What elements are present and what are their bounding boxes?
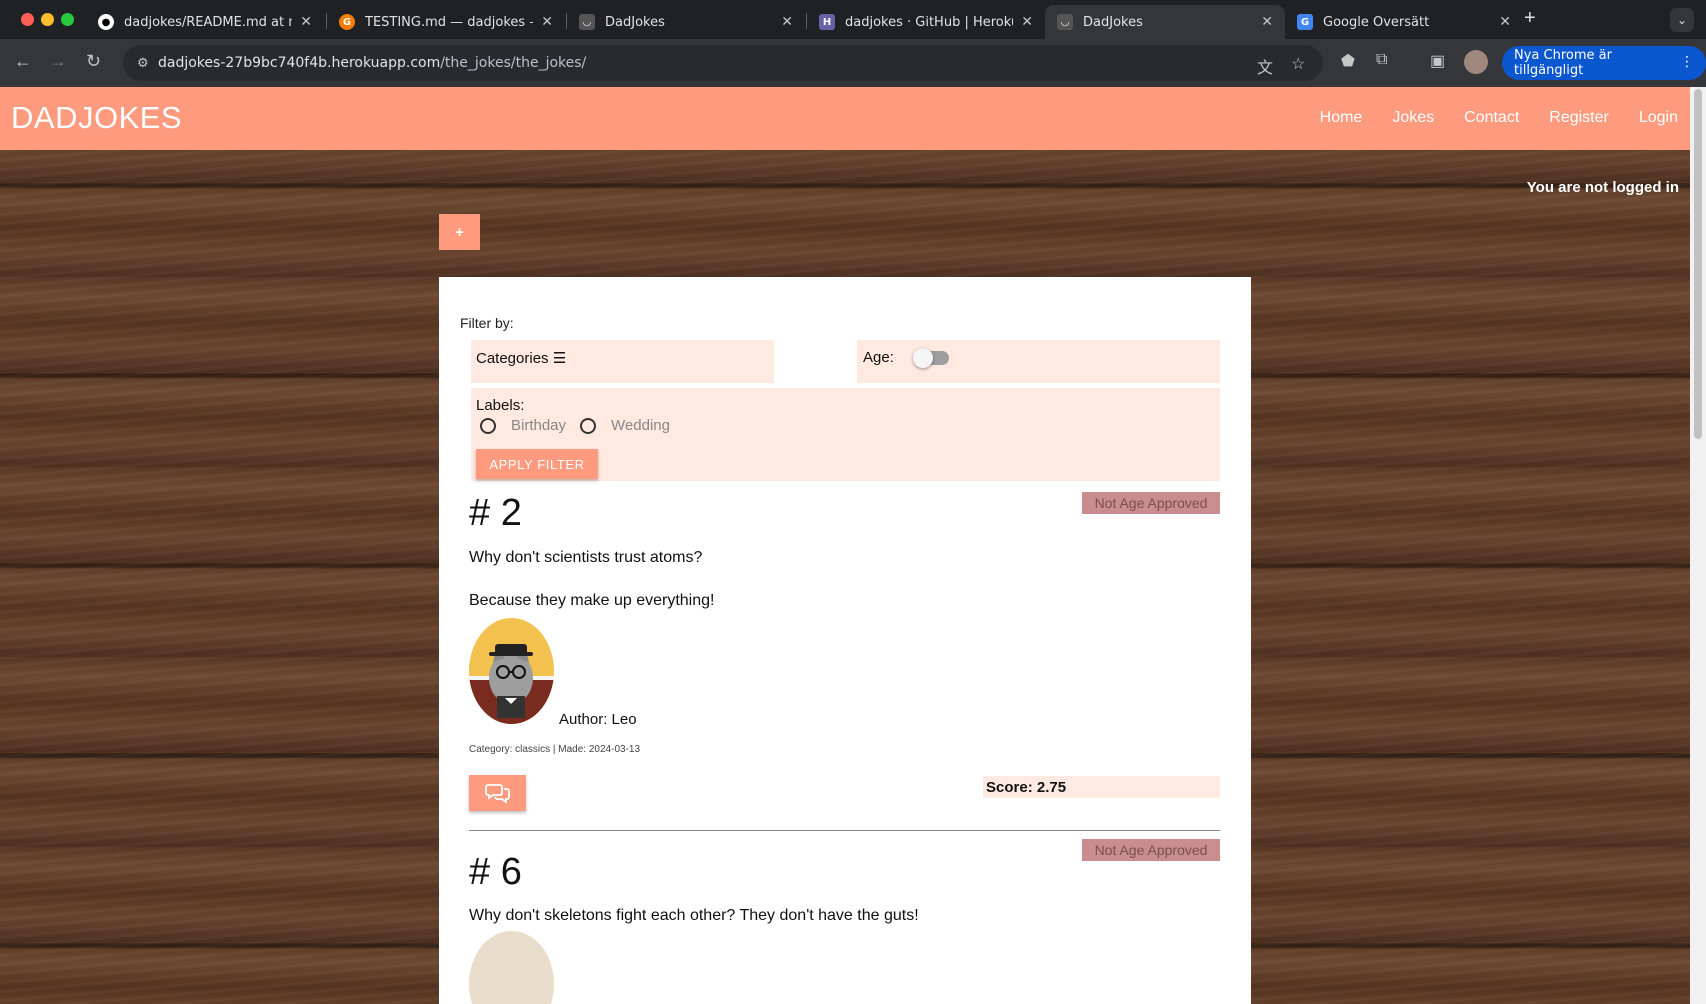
profile-avatar[interactable]: [1464, 50, 1488, 74]
birthday-label[interactable]: Birthday: [511, 417, 566, 434]
tab-label: DadJokes: [1083, 14, 1143, 30]
login-status: You are not logged in: [1526, 179, 1679, 196]
browser-tab[interactable]: H dadjokes · GitHub | Heroku ✕: [807, 5, 1045, 39]
extension-shield-icon[interactable]: ⬟: [1341, 51, 1355, 71]
site-brand[interactable]: DADJOKES: [11, 100, 182, 136]
labels-title: Labels:: [476, 397, 525, 414]
labels-options: Birthday Wedding: [480, 417, 684, 434]
joke-score: Score: 2.75: [983, 776, 1220, 798]
forward-arrow-icon[interactable]: →: [49, 51, 67, 72]
jokes-panel: Filter by: Categories ☰ Age: Labels: Bir…: [439, 277, 1251, 1004]
tab-search-button[interactable]: ⌄: [1670, 8, 1694, 32]
close-icon[interactable]: ✕: [300, 14, 312, 30]
tab-label: dadjokes · GitHub | Heroku: [845, 14, 1014, 30]
joke-question: Why don't scientists trust atoms?: [469, 549, 703, 566]
tab-label: Google Översätt: [1323, 14, 1430, 30]
back-arrow-icon[interactable]: ←: [14, 51, 32, 72]
hamburger-menu-icon: ☰: [552, 350, 567, 367]
categories-dropdown[interactable]: Categories ☰: [476, 349, 566, 367]
apply-filter-button[interactable]: APPLY FILTER: [476, 449, 598, 479]
google-translate-icon: G: [1297, 14, 1313, 30]
browser-tab-active[interactable]: ◡ DadJokes ✕: [1045, 5, 1285, 39]
url-path: /the_jokes/the_jokes/: [440, 55, 587, 71]
chrome-update-button[interactable]: Nya Chrome är tillgängligt ⋮: [1502, 46, 1706, 80]
age-status-badge: Not Age Approved: [1082, 839, 1220, 861]
wedding-radio[interactable]: [580, 417, 597, 434]
birthday-radio[interactable]: [480, 417, 496, 434]
tab-label: TESTING.md — dadjokes — G: [365, 14, 533, 30]
joke-answer: Because they make up everything!: [469, 592, 715, 609]
close-icon[interactable]: ✕: [781, 14, 793, 30]
joke-card: Not Age Approved # 6 Why don't skeletons…: [469, 839, 1220, 1004]
age-status-badge: Not Age Approved: [1082, 492, 1220, 514]
comments-icon: [484, 784, 510, 803]
close-icon[interactable]: ✕: [1261, 14, 1273, 30]
close-icon[interactable]: ✕: [1021, 14, 1033, 30]
joke-author: Author: Leo: [559, 711, 637, 728]
author-avatar: [469, 618, 554, 724]
heroku-icon: H: [819, 14, 835, 30]
site-settings-icon[interactable]: ⚙: [137, 55, 149, 71]
age-label: Age:: [863, 349, 894, 366]
nav-register-link[interactable]: Register: [1549, 109, 1609, 127]
age-filter: Age:: [857, 340, 1220, 383]
comments-button[interactable]: [469, 775, 526, 811]
kebab-menu-icon[interactable]: ⋮: [1680, 54, 1694, 70]
bookmark-star-icon[interactable]: ☆: [1291, 54, 1305, 74]
update-label: Nya Chrome är tillgängligt: [1514, 48, 1612, 78]
joke-number: # 2: [469, 492, 522, 534]
scrollbar-thumb[interactable]: [1694, 89, 1702, 439]
joke-question: Why don't skeletons fight each other? Th…: [469, 907, 919, 924]
browser-tab[interactable]: ◡ DadJokes ✕: [567, 5, 805, 39]
close-icon[interactable]: ✕: [1499, 14, 1511, 30]
tab-label: DadJokes: [605, 14, 665, 30]
categories-label: Categories: [476, 350, 549, 367]
page-scrollbar[interactable]: [1690, 87, 1706, 1004]
address-bar[interactable]: ⚙ dadjokes-27b9bc740f4b.herokuapp.com/th…: [123, 45, 1323, 81]
cat-avatar-icon: [469, 618, 554, 724]
nav-login-link[interactable]: Login: [1639, 109, 1678, 127]
close-icon[interactable]: ✕: [541, 14, 553, 30]
url-text: dadjokes-27b9bc740f4b.herokuapp.com/the_…: [158, 55, 586, 71]
github-icon: ●: [98, 14, 114, 30]
side-panel-icon[interactable]: ▣: [1430, 51, 1445, 71]
nav-jokes-link[interactable]: Jokes: [1392, 109, 1434, 127]
browser-tab[interactable]: G TESTING.md — dadjokes — G ✕: [327, 5, 565, 39]
gitbook-icon: G: [339, 14, 355, 30]
dadjokes-icon: ◡: [579, 14, 595, 30]
joke-divider: [469, 830, 1220, 831]
tab-label: dadjokes/README.md at main: [124, 14, 292, 30]
joke-card: # 2 Not Age Approved Why don't scientist…: [469, 492, 1220, 831]
nav-contact-link[interactable]: Contact: [1464, 109, 1519, 127]
wedding-label[interactable]: Wedding: [611, 417, 670, 434]
browser-tab-bar: ● dadjokes/README.md at main ✕ G TESTING…: [0, 0, 1706, 39]
browser-toolbar: ← → ↻ ⚙ dadjokes-27b9bc740f4b.herokuapp.…: [0, 39, 1706, 87]
window-maximize-button[interactable]: [61, 13, 74, 26]
joke-meta: Category: classics | Made: 2024-03-13: [469, 744, 641, 755]
filter-title: Filter by:: [460, 315, 514, 331]
toggle-knob: [913, 348, 933, 368]
translate-icon[interactable]: 文: [1257, 54, 1273, 78]
dadjokes-icon: ◡: [1057, 14, 1073, 30]
age-toggle[interactable]: [913, 348, 949, 368]
reload-icon[interactable]: ↻: [86, 51, 101, 72]
new-tab-button[interactable]: +: [1524, 7, 1536, 30]
window-minimize-button[interactable]: [41, 13, 54, 26]
joke-number: # 6: [469, 851, 522, 893]
categories-filter: Categories ☰: [471, 340, 774, 383]
nav-home-link[interactable]: Home: [1320, 109, 1363, 127]
site-navbar: DADJOKES Home Jokes Contact Register Log…: [0, 87, 1690, 150]
browser-tab[interactable]: ● dadjokes/README.md at main ✕: [86, 5, 324, 39]
labels-filter: Labels: Birthday Wedding APPLY FILTER: [471, 388, 1220, 481]
window-close-button[interactable]: [21, 13, 34, 26]
nav-links: Home Jokes Contact Register Login: [1320, 109, 1678, 127]
extensions-puzzle-icon[interactable]: ⧉: [1376, 51, 1387, 69]
browser-tab[interactable]: G Google Översätt ✕: [1285, 5, 1523, 39]
page-viewport: DADJOKES Home Jokes Contact Register Log…: [0, 87, 1706, 1004]
author-avatar: [469, 931, 554, 1004]
url-host: dadjokes-27b9bc740f4b.herokuapp.com: [158, 55, 441, 71]
add-joke-button[interactable]: +: [439, 214, 480, 250]
